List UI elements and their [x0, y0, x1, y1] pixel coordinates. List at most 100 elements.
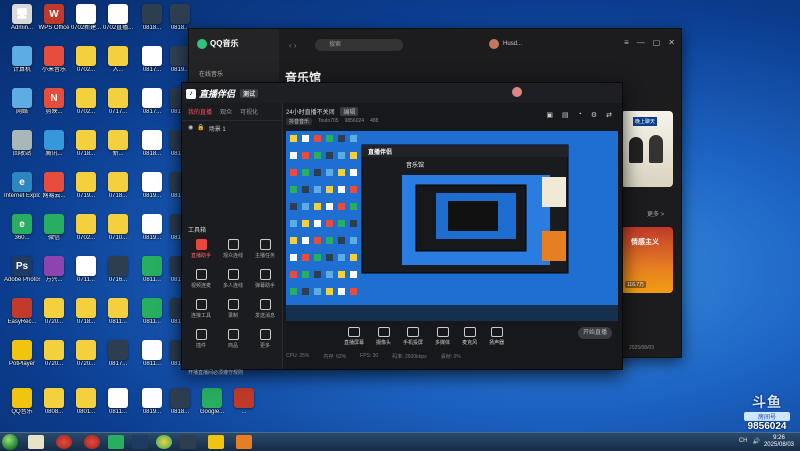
zb-scene-row[interactable]: ◉ 🔒 场景 1 — [182, 121, 282, 136]
taskbar-qqmusic-icon[interactable] — [208, 435, 224, 449]
tab-audience[interactable]: 观众 — [220, 107, 232, 116]
desktop-icon[interactable]: 0817... — [100, 340, 136, 368]
zb-tool-item[interactable]: 发送消息 — [250, 299, 280, 319]
settings-icon[interactable]: ⚙ — [591, 111, 597, 119]
tab-visual[interactable]: 可视化 — [240, 107, 258, 116]
desktop-icon[interactable]: QQ音乐 — [4, 388, 40, 416]
zb-bottom-button[interactable]: 直播屏幕 — [344, 326, 364, 346]
desktop-icon[interactable]: 🖥 Admin... — [4, 4, 40, 32]
zb-edit-button[interactable]: 编辑 — [340, 107, 359, 116]
zb-tool-item[interactable]: 弹幕助手 — [250, 269, 280, 289]
desktop-icon[interactable]: 小米音乐 — [36, 46, 72, 74]
taskbar-wechat-icon[interactable] — [108, 435, 124, 449]
taskbar-app-icon[interactable] — [180, 435, 196, 449]
zb-tool-item[interactable]: 录制 — [218, 299, 248, 319]
ime-indicator[interactable]: CH — [739, 438, 748, 445]
taskbar-folder-icon[interactable] — [28, 435, 44, 449]
desktop-icon[interactable]: 入... — [100, 46, 136, 74]
desktop-icon[interactable]: 腾讯... — [36, 130, 72, 158]
desktop-icon[interactable]: 0718... — [100, 172, 136, 200]
tab-my-live[interactable]: 我的直播 — [188, 107, 212, 116]
taskbar-music-icon[interactable] — [56, 435, 72, 449]
desktop-icon[interactable]: W WPS Office — [36, 4, 72, 32]
desktop-icon[interactable]: 0811... — [100, 388, 136, 416]
zb-bottom-button[interactable]: 手机投屏 — [403, 326, 423, 346]
desktop-icon[interactable]: 0716... — [100, 256, 136, 284]
desktop-icon[interactable]: 0710... — [100, 214, 136, 242]
zb-tool-item[interactable]: 多人连线 — [218, 269, 248, 289]
taskbar-chrome-icon[interactable] — [156, 435, 172, 449]
live-companion-window[interactable]: ♪ 直播伴侣 测试 我的直播 观众 可视化 ◉ 🔒 场景 1 工具箱 直播助手 观… — [181, 82, 623, 376]
desktop-icon[interactable]: ... — [226, 388, 262, 416]
taskbar-app-icon[interactable] — [236, 435, 252, 449]
shop-icon[interactable]: ▣ — [546, 111, 553, 119]
desktop-icon[interactable]: 0718... — [68, 298, 104, 326]
zb-tool-item[interactable]: 主播任务 — [250, 239, 280, 259]
qq-side-item-online[interactable]: 在线音乐 — [199, 69, 223, 78]
share-icon[interactable]: ⇄ — [606, 111, 612, 119]
qq-more-link[interactable]: 更多 > — [647, 209, 664, 218]
lock-icon[interactable]: 🔒 — [197, 124, 204, 133]
desktop-icon[interactable]: 0808... — [36, 388, 72, 416]
desktop-icon[interactable]: 0720... — [36, 298, 72, 326]
close-icon[interactable]: ✕ — [668, 38, 675, 47]
volume-icon[interactable]: 🔊 — [753, 438, 760, 445]
maximize-icon[interactable]: ▢ — [653, 38, 661, 47]
desktop-icon[interactable]: 0702... — [68, 214, 104, 242]
system-tray[interactable]: CH 🔊 — [739, 438, 760, 445]
zb-tool-item[interactable]: 视频连麦 — [186, 269, 216, 289]
desktop-icon[interactable]: 0717... — [100, 88, 136, 116]
zb-bottom-button[interactable]: 麦克风 — [462, 326, 477, 346]
desktop-icon[interactable]: PsAdobe Photosh... — [4, 256, 40, 284]
desktop-icon[interactable]: 0702... — [68, 88, 104, 116]
qq-promo-card-2[interactable]: 情感主义 116.7万 — [621, 227, 673, 293]
start-button[interactable] — [2, 434, 18, 450]
desktop-icon[interactable]: Google... — [194, 388, 230, 416]
qq-back-forward[interactable]: ‹ › — [289, 41, 297, 50]
taskbar-photoshop-icon[interactable] — [132, 435, 148, 449]
eye-icon[interactable]: ◉ — [188, 124, 193, 133]
qq-user[interactable]: Husd... — [489, 39, 522, 49]
desktop-icon[interactable]: 0720... — [36, 340, 72, 368]
desktop-icon[interactable]: eInternet Explorer — [4, 172, 40, 200]
desktop-icon[interactable]: 万兴... — [36, 256, 72, 284]
zb-tool-item[interactable]: 直播助手 — [186, 239, 216, 259]
zb-tool-item[interactable]: 更多 — [250, 329, 280, 349]
desktop-icon[interactable]: 0711... — [68, 256, 104, 284]
qq-promo-card-1[interactable]: 晚上聊天 — [621, 111, 673, 187]
zb-rules-notice[interactable]: 开播直播间必须遵守规则 — [188, 369, 243, 376]
desktop-icon[interactable]: 0811... — [100, 298, 136, 326]
desktop-icon[interactable]: PotPlayer — [4, 340, 40, 368]
desktop-icon[interactable]: 网易云... — [36, 172, 72, 200]
chat-icon[interactable]: ▤ — [562, 111, 569, 119]
zb-tool-item[interactable]: 插件 — [186, 329, 216, 349]
desktop-icon[interactable]: 0720... — [68, 340, 104, 368]
zb-tool-item[interactable]: 连接工具 — [186, 299, 216, 319]
desktop-icon[interactable]: e 360... — [4, 214, 40, 242]
menu-icon[interactable]: ≡ — [624, 38, 629, 47]
desktop-icon[interactable]: 0818... — [162, 388, 198, 416]
desktop-icon[interactable]: 0718... — [68, 130, 104, 158]
desktop-icon[interactable]: 新... — [100, 130, 136, 158]
zb-bottom-button[interactable]: 摄像头 — [376, 326, 391, 346]
desktop-icon[interactable]: 0702新建... — [68, 4, 104, 32]
desktop-icon[interactable]: N 剪映... — [36, 88, 72, 116]
desktop-icon[interactable]: 网络 — [4, 88, 40, 116]
desktop-icon[interactable]: 微信 — [36, 214, 72, 242]
minimize-icon[interactable]: — — [637, 38, 645, 47]
desktop-icon[interactable]: 计算机 — [4, 46, 40, 74]
zb-bottom-button[interactable]: 扬声器 — [489, 326, 504, 346]
qq-search-input[interactable]: 搜索 — [315, 39, 403, 51]
zb-live-preview[interactable]: 直播伴侣 音乐馆 — [286, 131, 618, 321]
desktop-icon[interactable]: 0719... — [68, 172, 104, 200]
desktop-icon[interactable]: 0801... — [68, 388, 104, 416]
qq-window-controls[interactable]: ≡ — ▢ ✕ — [624, 38, 675, 47]
bell-icon[interactable]: ◔ — [578, 111, 582, 119]
desktop-icon[interactable]: EasyRec... — [4, 298, 40, 326]
zb-tool-item[interactable]: 观众连线 — [218, 239, 248, 259]
desktop-icon[interactable]: 回收站 — [4, 130, 40, 158]
avatar[interactable] — [512, 87, 522, 97]
zb-bottom-button[interactable]: 多媒体 — [435, 326, 450, 346]
zb-tool-item[interactable]: 商品 — [218, 329, 248, 349]
taskbar-netease-icon[interactable] — [84, 435, 100, 449]
